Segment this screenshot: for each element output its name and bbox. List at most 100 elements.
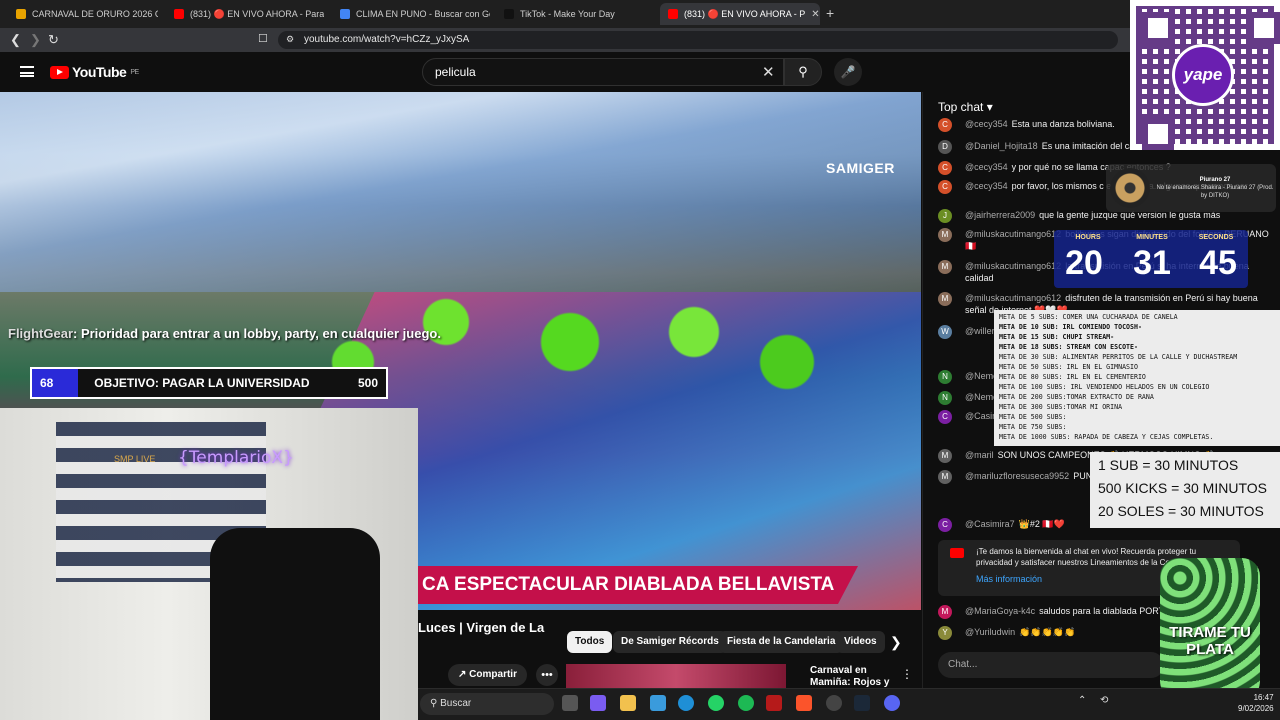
discord-icon[interactable] [884, 695, 900, 711]
avatar[interactable]: J [938, 209, 952, 223]
browser-tab[interactable]: TikTok - Make Your Day [496, 3, 654, 25]
avatar[interactable]: M [938, 228, 952, 242]
obs-icon[interactable] [826, 695, 842, 711]
avatar[interactable]: C [938, 180, 952, 194]
chat-author[interactable]: @Daniel_Hojita18 [965, 141, 1038, 151]
search-button[interactable]: ⚲ [784, 58, 822, 86]
chat-text: Es una imitación del ca [1041, 141, 1135, 151]
avatar[interactable]: M [938, 449, 952, 463]
url-field[interactable]: youtube.com/watch?v=hCZz_yJxySA [278, 31, 1118, 49]
sub-goal-line: META DE 50 SUBS: IRL EN EL GIMNASIO [999, 363, 1138, 371]
browser-tab[interactable]: CLIMA EN PUNO - Buscar con Google [332, 3, 490, 25]
share-button[interactable]: ↗ Compartir [448, 664, 527, 686]
qr-finder [1142, 12, 1174, 44]
edge-icon[interactable] [678, 695, 694, 711]
tab-favicon-icon [16, 9, 26, 19]
clear-search-icon[interactable]: ✕ [762, 63, 775, 81]
search-input[interactable]: pelicula [422, 58, 784, 86]
alert-user: FlightGear [8, 326, 74, 341]
chat-author[interactable]: @willer [965, 326, 995, 336]
chat-author[interactable]: @cecy354 [965, 181, 1008, 191]
chip-all[interactable]: Todos [567, 631, 613, 653]
seconds-label: SECONDS [1198, 234, 1234, 241]
browser-tab[interactable]: (831) 🔴 EN VIVO AHORA - Parada y [166, 3, 324, 25]
menu-icon[interactable] [20, 66, 34, 77]
recommended-thumbnail[interactable] [566, 664, 786, 688]
sub-goal-line: META DE 1000 SUBS: RAPADA DE CABEZA Y CE… [999, 433, 1214, 441]
minutes-value: 31 [1133, 244, 1171, 282]
alert-text: : Prioridad para entrar a un lobby, part… [73, 326, 441, 341]
close-tab-icon[interactable]: ✕ [805, 9, 819, 20]
chip-videos[interactable]: Videos [836, 631, 885, 653]
browser-tab[interactable]: CARNAVAL DE ORURO 2026 CUANDO [8, 3, 158, 25]
chat-author[interactable]: @miluskacutimango612 [965, 293, 1061, 303]
sub-goal-line: META DE 300 SUBS:TOMAR MI ORINA [999, 403, 1123, 411]
avatar[interactable]: M [938, 470, 952, 484]
spotify-icon[interactable] [738, 695, 754, 711]
site-info-icon[interactable]: ⚙ [286, 34, 294, 45]
chat-author[interactable]: @cecy354 [965, 119, 1008, 129]
new-tab-button[interactable]: + [826, 5, 834, 21]
taskbar-search[interactable]: ⚲ Buscar [420, 693, 554, 715]
avatar[interactable]: M [938, 260, 952, 274]
copilot-icon[interactable] [590, 695, 606, 711]
youtube-logo[interactable]: YouTube PE [50, 64, 139, 80]
task-view-icon[interactable] [562, 695, 578, 711]
tab-favicon-icon [174, 9, 184, 19]
avatar[interactable]: C [938, 118, 952, 132]
streamer-name: {TemplarioX} [178, 448, 294, 468]
hours-label: HOURS [1075, 234, 1101, 241]
more-actions-button[interactable]: ••• [536, 664, 558, 686]
store-icon[interactable] [650, 695, 666, 711]
avatar[interactable]: N [938, 391, 952, 405]
avatar[interactable]: W [938, 325, 952, 339]
voice-search-icon[interactable]: 🎤 [834, 58, 862, 86]
browser-tab-active[interactable]: (831) 🔴 EN VIVO AHORA - P ✕ [660, 3, 820, 25]
chip-samiger[interactable]: De Samiger Récords [613, 631, 727, 653]
brave-icon[interactable] [796, 695, 812, 711]
kebab-menu-icon[interactable]: ⋮ [901, 667, 913, 681]
lower-third-banner: CA ESPECTACULAR DIABLADA BELLAVISTA [418, 566, 858, 604]
qr-finder [1248, 12, 1280, 44]
chat-author[interactable]: @MariaGoya-k4c [965, 606, 1035, 616]
avatar[interactable]: Y [938, 626, 952, 640]
recommended-title[interactable]: Carnaval en Mamiña: Rojos y [810, 665, 900, 687]
alert-overlay: FlightGear: Prioridad para entrar a un l… [8, 326, 441, 341]
streamer-badge: SMP LIVE [114, 454, 156, 464]
network-icon[interactable]: ⟲ [1100, 695, 1116, 711]
chat-mode-selector[interactable]: Top chat ▾ [938, 100, 993, 114]
back-icon[interactable]: ❮ [10, 32, 21, 48]
reload-icon[interactable]: ↻ [48, 32, 59, 48]
steam-icon[interactable] [854, 695, 870, 711]
chat-author[interactable]: @miluskacutimango612 [965, 261, 1061, 271]
avatar[interactable]: C [938, 518, 952, 532]
forward-icon[interactable]: ❯ [30, 32, 41, 48]
avatar[interactable]: D [938, 140, 952, 154]
chat-author[interactable]: @jairherrera2009 [965, 210, 1035, 220]
avatar[interactable]: N [938, 370, 952, 384]
system-clock[interactable]: 16:47 9/02/2026 [1238, 692, 1274, 714]
chevron-up-icon[interactable]: ⌃ [1078, 695, 1094, 711]
yape-logo: yape [1172, 44, 1234, 106]
chat-author[interactable]: @miluskacutimango612 [965, 229, 1061, 239]
chat-author[interactable]: @maril [965, 450, 994, 460]
chat-author[interactable]: @mariluzfloresuseca9952 [965, 471, 1069, 481]
chat-author[interactable]: @Yuriludwin [965, 627, 1015, 637]
chip-candelaria[interactable]: Fiesta de la Candelaria [719, 631, 844, 653]
chat-text: 👏👏👏👏👏 [1019, 627, 1076, 637]
chat-author[interactable]: @cecy354 [965, 162, 1008, 172]
sub-goal-line: META DE 200 SUBS:TOMAR EXTRACTO DE RANA [999, 393, 1154, 401]
whatsapp-icon[interactable] [708, 695, 724, 711]
bookmark-icon[interactable]: ☐ [258, 32, 268, 45]
avatar[interactable]: M [938, 605, 952, 619]
avatar[interactable]: C [938, 161, 952, 175]
chevron-right-icon[interactable]: ❯ [890, 634, 902, 651]
game-launcher-icon[interactable] [766, 695, 782, 711]
channel-watermark: SAMIGER [826, 160, 895, 176]
file-explorer-icon[interactable] [620, 695, 636, 711]
now-playing-widget: Piurano 27 No te enamores Shakira - Piura… [1106, 164, 1276, 212]
chat-input[interactable]: Chat... [938, 652, 1164, 678]
avatar[interactable]: C [938, 410, 952, 424]
chat-author[interactable]: @Casimira7 [965, 519, 1015, 529]
avatar[interactable]: M [938, 292, 952, 306]
